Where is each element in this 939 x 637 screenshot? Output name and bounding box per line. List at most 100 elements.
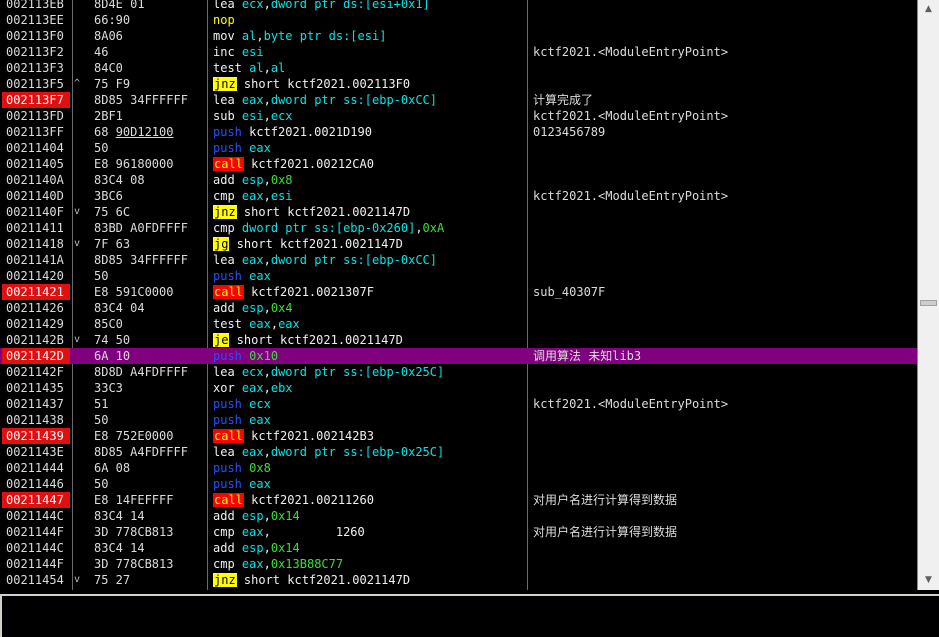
address[interactable]: 0021143E (2, 444, 70, 460)
breakpoint-address[interactable]: 002113F7 (2, 92, 70, 108)
address[interactable]: 002113FD (2, 108, 70, 124)
instruction[interactable]: lea ecx,dword ptr ss:[ebp-0x25C] (213, 364, 527, 380)
disasm-row[interactable]: 002113F3 84C0 test al,al (0, 60, 917, 76)
address[interactable]: 0021144C (2, 508, 70, 524)
address[interactable]: 002113EE (2, 12, 70, 28)
disasm-row[interactable]: 002113F0 8A06 mov al,byte ptr ds:[esi] (0, 28, 917, 44)
address[interactable]: 00211437 (2, 396, 70, 412)
instruction[interactable]: cmp eax,esi (213, 188, 527, 204)
disasm-row[interactable]: 0021140F v 75 6C jnz short kctf2021.0021147… (0, 204, 917, 220)
address[interactable]: 00211426 (2, 300, 70, 316)
instruction[interactable]: lea eax,dword ptr ss:[ebp-0xCC] (213, 252, 527, 268)
instruction[interactable]: lea eax,dword ptr ss:[ebp-0xCC] (213, 92, 527, 108)
instruction[interactable]: add esp,0x14 (213, 508, 527, 524)
disasm-row[interactable]: 00211418 v 7F 63 jg short kctf2021.0021147D (0, 236, 917, 252)
instruction[interactable]: push eax (213, 476, 527, 492)
disasm-row[interactable]: 00211435 33C3 xor eax,ebx (0, 380, 917, 396)
address[interactable]: 0021142B (2, 332, 70, 348)
instruction[interactable]: call kctf2021.00211260 (213, 492, 527, 508)
address[interactable]: 0021140F (2, 204, 70, 220)
address[interactable]: 00211418 (2, 236, 70, 252)
instruction[interactable]: jnz short kctf2021.0021147D (213, 572, 527, 588)
instruction[interactable]: call kctf2021.0021307F (213, 284, 527, 300)
disasm-row[interactable]: 0021142D 6A 10 push 0x10 调用算法 未知lib3 (0, 348, 917, 364)
instruction[interactable]: push eax (213, 268, 527, 284)
instruction[interactable]: lea eax,dword ptr ss:[ebp-0x25C] (213, 444, 527, 460)
disasm-row[interactable]: 00211420 50 push eax (0, 268, 917, 284)
disasm-row[interactable]: 0021142F 8D8D A4FDFFFF lea ecx,dword ptr s… (0, 364, 917, 380)
disasm-row[interactable]: 0021140D 3BC6 cmp eax,esi kctf2021.<ModuleE… (0, 188, 917, 204)
breakpoint-address[interactable]: 0021142D (2, 348, 70, 364)
disasm-row[interactable]: 00211438 50 push eax (0, 412, 917, 428)
instruction[interactable]: add esp,0x4 (213, 300, 527, 316)
address[interactable]: 002113FF (2, 124, 70, 140)
instruction[interactable]: mov al,byte ptr ds:[esi] (213, 28, 527, 44)
scrollbar-thumb[interactable] (920, 300, 937, 306)
instruction[interactable]: push ecx (213, 396, 527, 412)
address[interactable]: 00211429 (2, 316, 70, 332)
disasm-row[interactable]: 002113F2 46 inc esi kctf2021.<ModuleEntryPo… (0, 44, 917, 60)
instruction[interactable]: jnz short kctf2021.0021147D (213, 204, 527, 220)
address[interactable]: 00211454 (2, 572, 70, 588)
breakpoint-address[interactable]: 00211439 (2, 428, 70, 444)
instruction[interactable]: cmp eax,0x13B88C77 (213, 556, 527, 572)
disasm-row[interactable]: 00211421 E8 591C0000 call kctf2021.0021307… (0, 284, 917, 300)
address[interactable]: 00211446 (2, 476, 70, 492)
disasm-row[interactable]: 002113EB 8D4E 01 lea ecx,dword ptr ds:[esi… (0, 0, 917, 12)
instruction[interactable]: inc esi (213, 44, 527, 60)
disasm-row[interactable]: 0021141A 8D85 34FFFFFF lea eax,dword ptr s… (0, 252, 917, 268)
address[interactable]: 002113F2 (2, 44, 70, 60)
instruction[interactable]: jnz short kctf2021.002113F0 (213, 76, 527, 92)
instruction[interactable]: xor eax,ebx (213, 380, 527, 396)
disasm-row[interactable]: 0021140A 83C4 08 add esp,0x8 (0, 172, 917, 188)
disasm-row[interactable]: 0021144F 3D 778CB813 cmp eax, 1260 对用户名进行计算… (0, 524, 917, 540)
instruction[interactable]: cmp dword ptr ss:[ebp-0x260],0xA (213, 220, 527, 236)
triangle-down-icon[interactable]: ▼ (920, 572, 937, 589)
disasm-row[interactable]: 0021144C 83C4 14 add esp,0x14 (0, 540, 917, 556)
address[interactable]: 00211438 (2, 412, 70, 428)
disasm-row[interactable]: 00211405 E8 96180000 call kctf2021.00212CA… (0, 156, 917, 172)
disasm-row[interactable]: 00211447 E8 14FEFFFF call kctf2021.0021126… (0, 492, 917, 508)
instruction[interactable]: cmp eax, 1260 (213, 524, 527, 540)
disasm-row[interactable]: 002113EE 66:90 nop (0, 12, 917, 28)
address[interactable]: 0021144F (2, 524, 70, 540)
instruction[interactable]: je short kctf2021.0021147D (213, 332, 527, 348)
address[interactable]: 0021141A (2, 252, 70, 268)
disasm-row[interactable]: 00211446 50 push eax (0, 476, 917, 492)
address[interactable]: 002113F3 (2, 60, 70, 76)
instruction[interactable]: push kctf2021.0021D190 (213, 124, 527, 140)
disasm-row[interactable]: 002113F7 8D85 34FFFFFF lea eax,dword ptr s… (0, 92, 917, 108)
disasm-row[interactable]: 002113FD 2BF1 sub esi,ecx kctf2021.<ModuleE… (0, 108, 917, 124)
address[interactable]: 00211411 (2, 220, 70, 236)
address[interactable]: 0021142F (2, 364, 70, 380)
instruction[interactable]: call kctf2021.002142B3 (213, 428, 527, 444)
disasm-row[interactable]: 002113F5 ^ 75 F9 jnz short kctf2021.002113F… (0, 76, 917, 92)
disasm-row[interactable]: 0021142B v 74 50 je short kctf2021.0021147D (0, 332, 917, 348)
instruction[interactable]: lea ecx,dword ptr ds:[esi+0x1] (213, 0, 527, 12)
instruction[interactable]: test eax,eax (213, 316, 527, 332)
disasm-row[interactable]: 0021144F 3D 778CB813 cmp eax,0x13B88C77 (0, 556, 917, 572)
disasm-row[interactable]: 0021143E 8D85 A4FDFFFF lea eax,dword ptr s… (0, 444, 917, 460)
address[interactable]: 002113EB (2, 0, 70, 12)
address[interactable]: 00211404 (2, 140, 70, 156)
instruction[interactable]: call kctf2021.00212CA0 (213, 156, 527, 172)
info-pane[interactable] (0, 594, 939, 637)
disasm-row[interactable]: 00211439 E8 752E0000 call kctf2021.002142B… (0, 428, 917, 444)
instruction[interactable]: add esp,0x8 (213, 172, 527, 188)
instruction[interactable]: sub esi,ecx (213, 108, 527, 124)
address[interactable]: 00211435 (2, 380, 70, 396)
instruction[interactable]: nop (213, 12, 527, 28)
address[interactable]: 00211405 (2, 156, 70, 172)
address[interactable]: 0021144C (2, 540, 70, 556)
address[interactable]: 00211420 (2, 268, 70, 284)
instruction[interactable]: push 0x8 (213, 460, 527, 476)
address[interactable]: 0021140D (2, 188, 70, 204)
breakpoint-address[interactable]: 00211421 (2, 284, 70, 300)
address[interactable]: 002113F0 (2, 28, 70, 44)
address[interactable]: 0021144F (2, 556, 70, 572)
vertical-scrollbar[interactable]: ▲ ▼ (917, 0, 939, 590)
instruction[interactable]: test al,al (213, 60, 527, 76)
instruction[interactable]: add esp,0x14 (213, 540, 527, 556)
disasm-row[interactable]: 00211444 6A 08 push 0x8 (0, 460, 917, 476)
disasm-row[interactable]: 00211411 83BD A0FDFFFF cmp dword ptr ss:[e… (0, 220, 917, 236)
